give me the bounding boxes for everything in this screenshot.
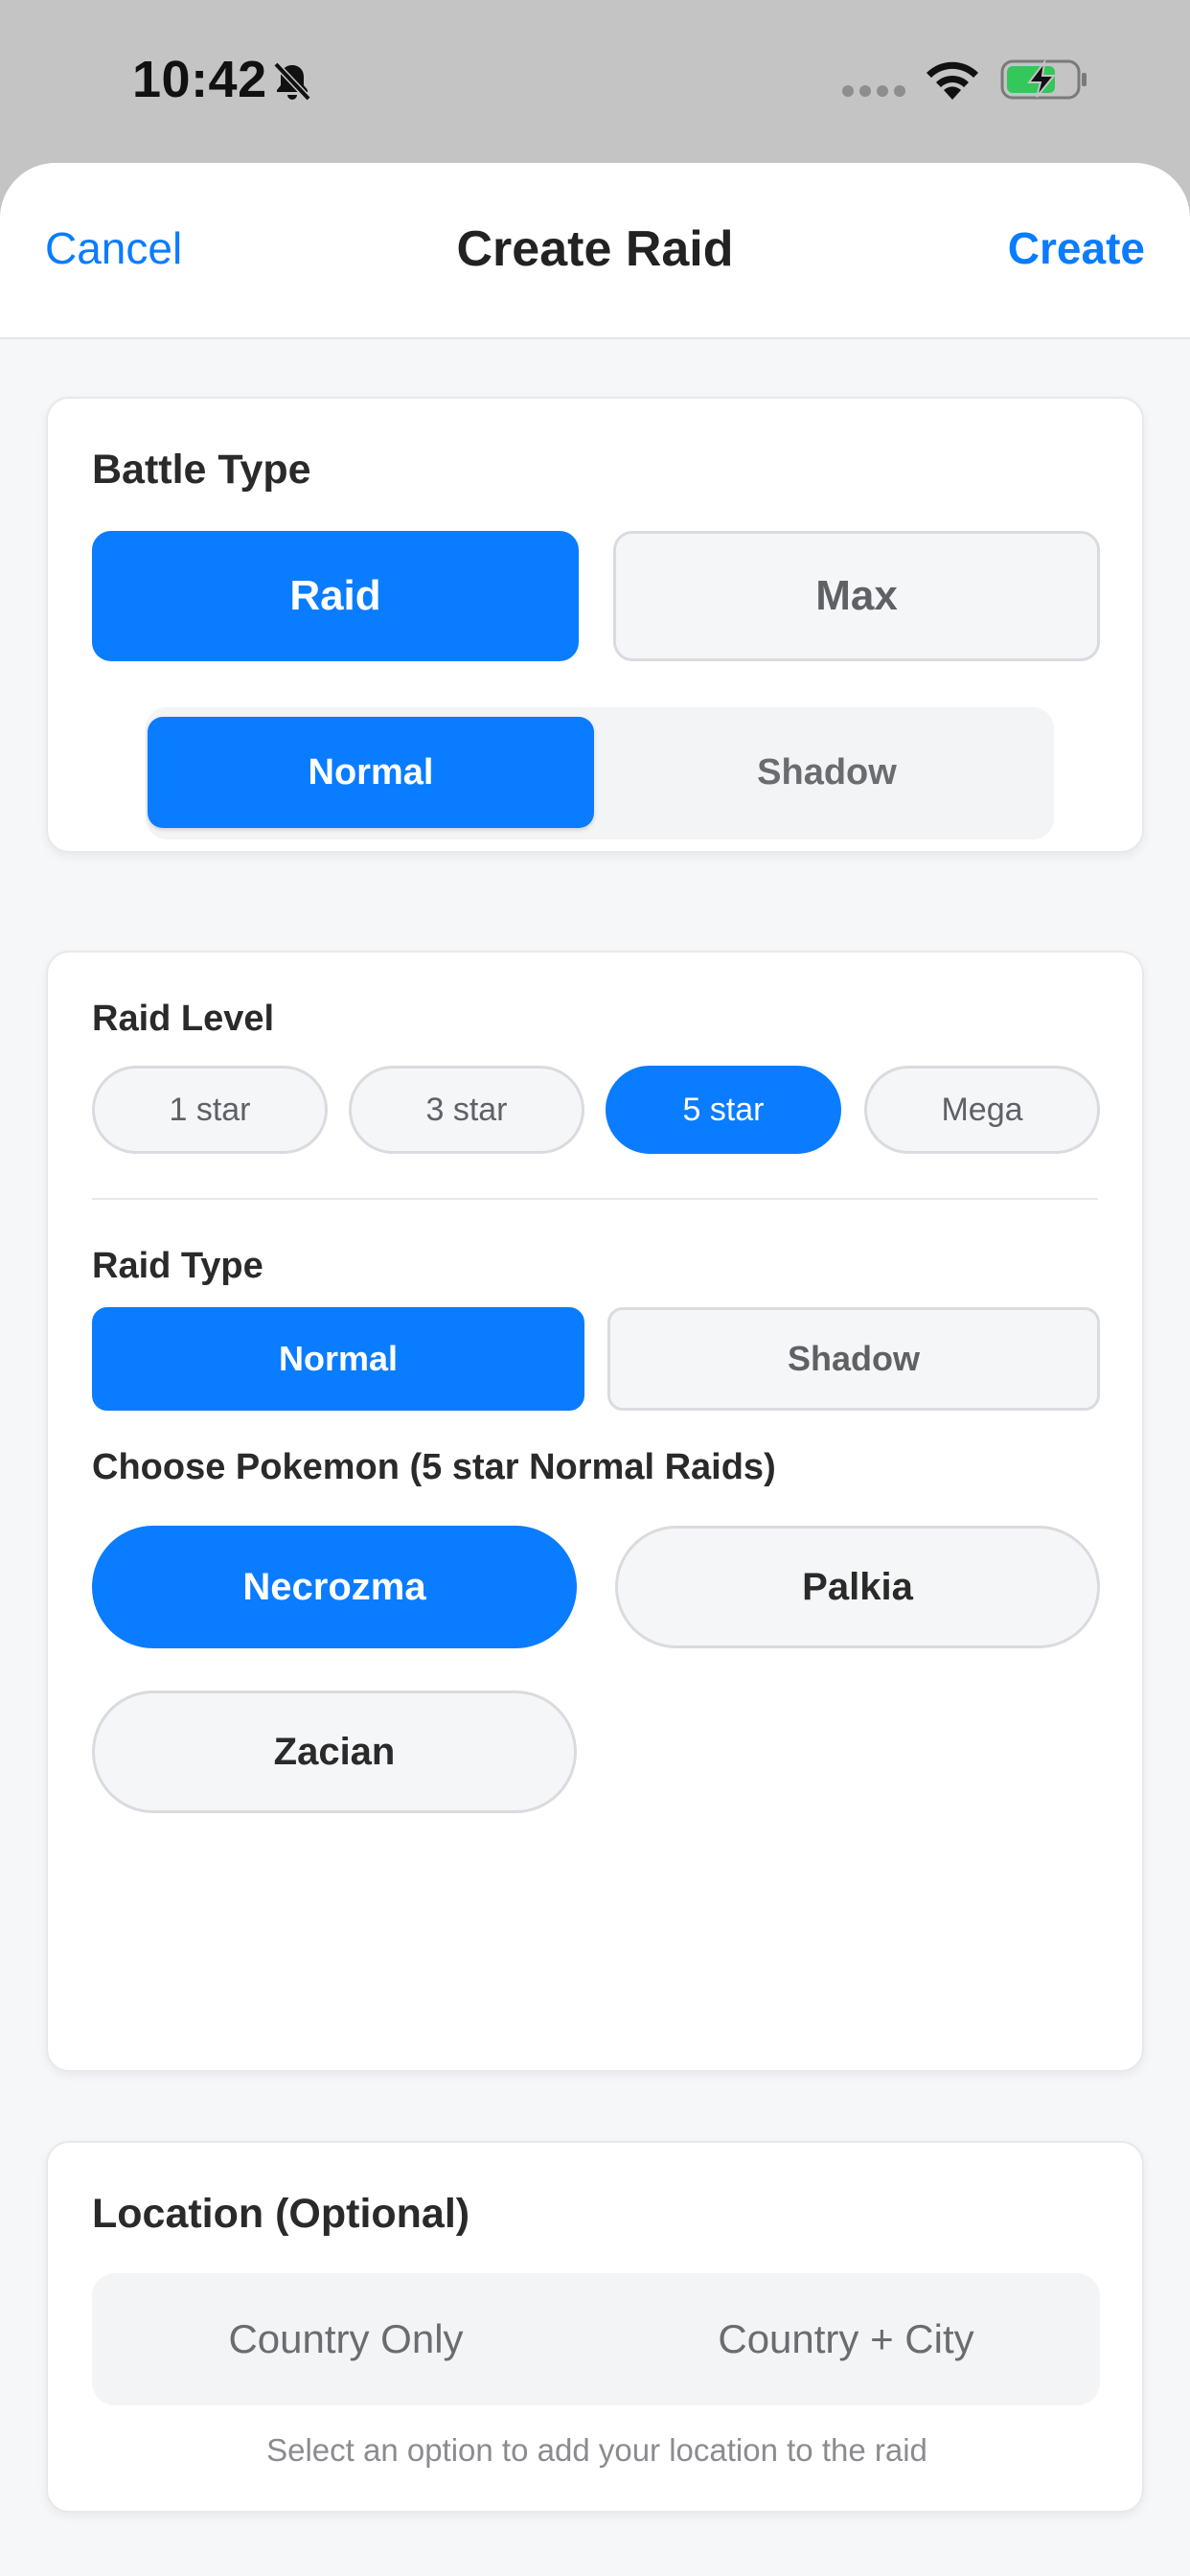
battle-type-max-button[interactable]: Max	[613, 531, 1100, 661]
nav-bar: Cancel Create Raid Create	[0, 163, 1190, 339]
battery-charging-icon	[1000, 58, 1087, 100]
location-country-city-segment[interactable]: Country + City	[602, 2283, 1090, 2396]
status-time: 10:42	[132, 51, 267, 108]
battle-subtype-normal-segment[interactable]: Normal	[148, 717, 594, 828]
choose-pokemon-label: Choose Pokemon (5 star Normal Raids)	[92, 1447, 776, 1487]
battle-subtype-shadow-segment[interactable]: Shadow	[604, 717, 1050, 828]
raid-type-shadow-button[interactable]: Shadow	[607, 1307, 1100, 1411]
pokemon-necrozma-button[interactable]: Necrozma	[92, 1526, 577, 1648]
section-divider	[92, 1198, 1098, 1200]
raid-level-1-star-chip[interactable]: 1 star	[92, 1066, 328, 1154]
pokemon-palkia-button[interactable]: Palkia	[615, 1526, 1100, 1648]
bell-muted-icon	[273, 61, 311, 102]
cellular-signal-icon	[842, 85, 905, 97]
location-segmented-control: Country Only Country + City	[92, 2273, 1100, 2405]
location-title: Location (Optional)	[92, 2191, 470, 2237]
pokemon-zacian-button[interactable]: Zacian	[92, 1690, 577, 1813]
create-raid-sheet: Cancel Create Raid Create Battle Type Ra…	[0, 163, 1190, 2576]
status-bar: 10:42	[0, 0, 1190, 165]
location-hint-text: Select an option to add your location to…	[266, 2432, 927, 2468]
raid-level-3-star-chip[interactable]: 3 star	[349, 1066, 584, 1154]
create-button[interactable]: Create	[1008, 222, 1145, 274]
raid-level-mega-chip[interactable]: Mega	[864, 1066, 1100, 1154]
battle-type-title: Battle Type	[92, 447, 311, 493]
wifi-icon	[927, 61, 978, 100]
raid-type-label: Raid Type	[92, 1246, 263, 1286]
raid-level-5-star-chip[interactable]: 5 star	[606, 1066, 841, 1154]
location-card: Location (Optional) Country Only Country…	[46, 2141, 1144, 2513]
battle-subtype-segmented-control: Normal Shadow	[146, 707, 1054, 840]
battle-type-raid-button[interactable]: Raid	[92, 531, 579, 661]
battle-type-card: Battle Type Raid Max Normal Shadow	[46, 397, 1144, 853]
location-country-only-segment[interactable]: Country Only	[102, 2283, 590, 2396]
raid-options-card: Raid Level 1 star 3 star 5 star Mega Rai…	[46, 951, 1144, 2072]
raid-level-label: Raid Level	[92, 999, 275, 1039]
raid-type-normal-button[interactable]: Normal	[92, 1307, 584, 1411]
